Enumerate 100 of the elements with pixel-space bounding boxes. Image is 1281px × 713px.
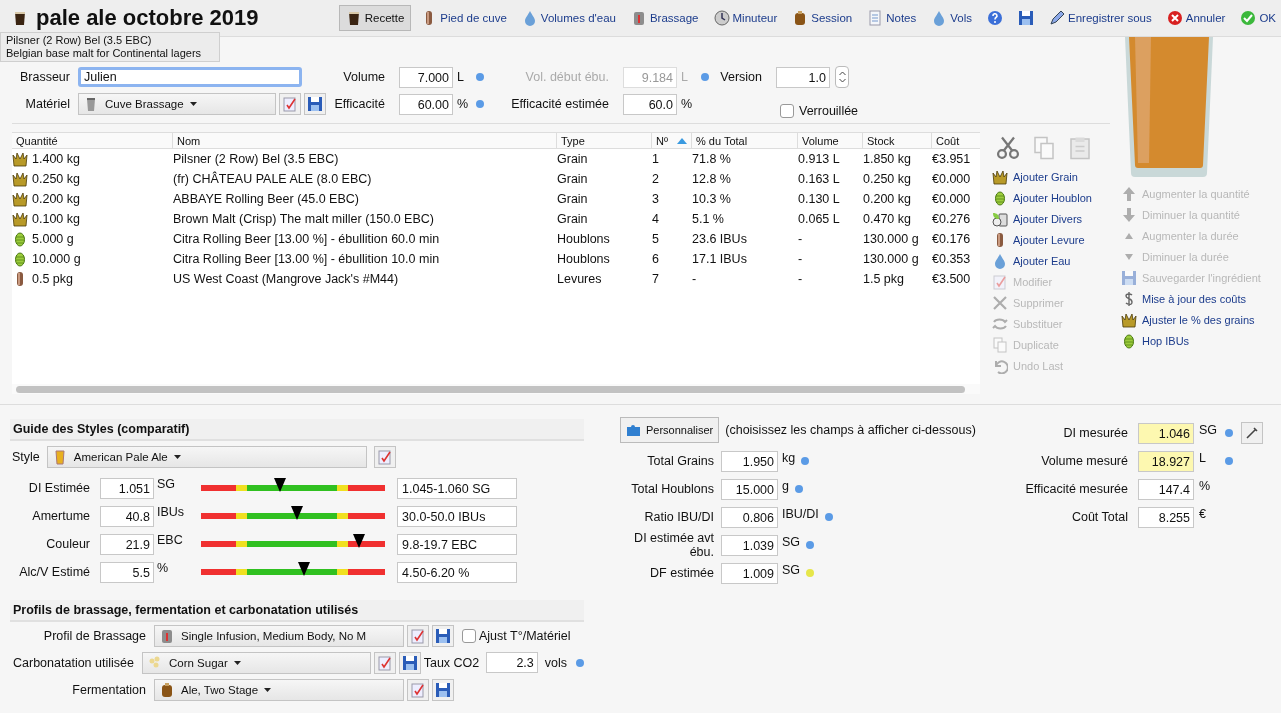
dropdown[interactable]: American Pale Ale [46,446,367,468]
column-header[interactable]: Stock [862,133,931,148]
save-button[interactable] [432,624,454,647]
range-field: 30.0-50.0 IBUs [397,505,517,527]
table-cell-text: 17.1 IBUs [691,252,748,266]
number-field[interactable]: 60.0 [623,93,677,115]
table-cell-text: Houblons [556,252,611,266]
toolbar-button[interactable]: OK [1235,6,1281,30]
action-link[interactable]: Ajouter Divers [992,208,1092,229]
edit-button[interactable] [373,651,396,674]
number-field[interactable]: 21.9 [100,533,154,555]
check-icon [1240,10,1257,26]
toolbar-tab[interactable]: Recette [338,5,412,31]
help-icon [987,10,1003,26]
stepper[interactable] [835,66,849,88]
toolbar-tab[interactable]: Session [787,6,858,30]
table-cell: 10.000 g [32,252,81,266]
number-field[interactable]: 8.255 [1138,506,1194,528]
unit-label: L [680,70,689,84]
table-cell-text: Grain [556,152,589,166]
toolbar-button[interactable]: Enregistrer sous [1044,6,1157,30]
edit-button[interactable] [373,446,396,468]
wheat-icon [992,168,1008,185]
toolbar-button[interactable]: Annuler [1161,6,1231,30]
column-header[interactable]: % du Total [691,133,797,148]
toolbar-tab[interactable]: Volumes d'eau [516,6,621,30]
field-label: DI mesurée [1062,426,1128,440]
action-link[interactable]: Ajuster le % des grains [1121,309,1281,330]
checkbox-label: Verrouillée [799,104,859,118]
cut-button[interactable] [996,136,1020,160]
table-cell-text: 23.6 IBUs [691,232,748,246]
number-field[interactable]: 1.009 [721,562,778,584]
number-field[interactable]: 1.0 [776,66,830,88]
number-field[interactable]: 1.051 [100,477,154,499]
dropdown[interactable]: Cuve Brassage [78,93,276,115]
table-cell-text: (fr) CHÂTEAU PALE ALE (8.0 EBC) [172,172,373,186]
edit-button[interactable] [407,624,429,647]
table-cell-text: 0.913 L [797,152,841,166]
number-field[interactable]: 1.950 [721,450,778,472]
action-link[interactable]: Ajouter Houblon [992,187,1092,208]
table-cell-text: €0.000 [931,192,972,206]
number-field[interactable]: 2.3 [486,652,538,673]
action-link[interactable]: Ajouter Eau [992,250,1092,271]
checkbox[interactable] [462,628,476,643]
action-link[interactable]: Ajouter Grain [992,166,1092,187]
column-header[interactable]: Nom [172,133,556,148]
column-header[interactable]: Quantité [12,133,172,148]
table-cell-text: Citra Rolling Beer [13.00 %] - ébullition 10.0 min [172,252,441,266]
number-field[interactable]: 5.5 [100,561,154,583]
number-field[interactable]: 1.039 [721,534,778,556]
edit-button[interactable] [407,678,429,701]
pipette-button[interactable] [1241,422,1263,444]
column-header[interactable]: Type [556,133,651,148]
action-link[interactable]: Mise à jour des coûts [1121,288,1281,309]
column-header[interactable]: Coût [931,133,980,148]
caret-icon [189,102,197,106]
save-button[interactable] [398,651,421,674]
table-cell: 0.5 pkg [32,272,73,286]
toolbar-tab[interactable]: Pied de cuve [416,6,512,30]
field-label: Alc/V Estimé [18,565,90,579]
water-drop-icon [992,252,1008,269]
table-cell-text: 0.065 L [797,212,841,226]
save-icon [1121,269,1137,286]
table-cell: 1.400 kg [32,152,80,166]
table-cell-text: €0.353 [931,252,972,266]
scrollbar[interactable] [12,384,980,394]
toolbar-tab[interactable]: Brassage [625,6,704,30]
number-field[interactable]: 1.046 [1138,422,1194,444]
field-label: Efficacité estimée [510,97,610,111]
number-field[interactable]: 40.8 [100,505,154,527]
table-cell-text: €3.951 [931,152,972,166]
checkbox[interactable] [780,104,794,118]
save-button[interactable] [304,93,326,115]
edit-button[interactable] [279,93,301,115]
save-button[interactable] [432,678,454,701]
table-cell-text: 71.8 % [691,152,732,166]
column-header[interactable]: Nº [651,133,691,148]
action-link[interactable]: Ajouter Levure [992,229,1092,250]
wheat-icon [12,151,28,167]
action-link[interactable]: Hop IBUs [1121,330,1281,351]
brewer-field[interactable]: Julien [78,67,302,87]
number-field[interactable]: 60.00 [399,93,453,115]
toolbar-tab[interactable]: Notes [862,6,922,30]
dropdown[interactable]: Ale, Two Stage [154,678,404,701]
column-header[interactable]: Volume [797,133,862,148]
dropdown[interactable]: Single Infusion, Medium Body, No M [154,624,404,647]
number-field[interactable]: 15.000 [721,478,778,500]
number-field[interactable]: 7.000 [399,66,453,88]
number-field[interactable]: 147.4 [1138,478,1194,500]
number-field[interactable]: 0.806 [721,506,778,528]
table-cell-text: - [797,252,804,266]
customize-button[interactable]: Personnaliser [620,417,720,443]
table-cell-text: 12.8 % [691,172,732,186]
toolbar-tab[interactable]: Minuteur [708,6,783,30]
wheat-icon [12,171,28,187]
scissors-icon [996,136,1020,160]
toolbar-tab[interactable]: Vols [926,6,977,30]
number-field[interactable]: 18.927 [1138,450,1194,472]
dropdown[interactable]: Corn Sugar [141,651,371,674]
up-arrow-icon [1121,185,1137,202]
